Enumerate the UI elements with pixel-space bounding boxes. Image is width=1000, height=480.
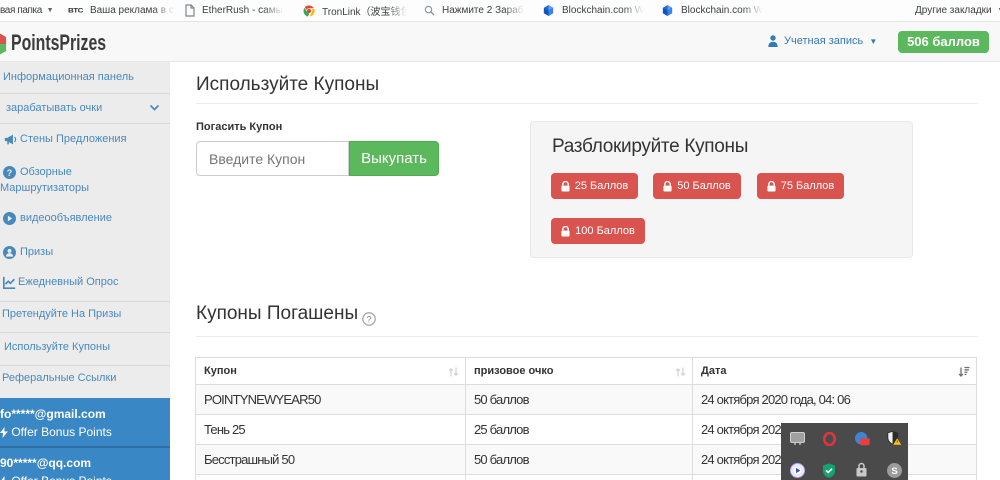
- svg-text:?: ?: [366, 315, 371, 326]
- svg-text:S: S: [891, 466, 897, 477]
- svg-text:?: ?: [7, 168, 12, 178]
